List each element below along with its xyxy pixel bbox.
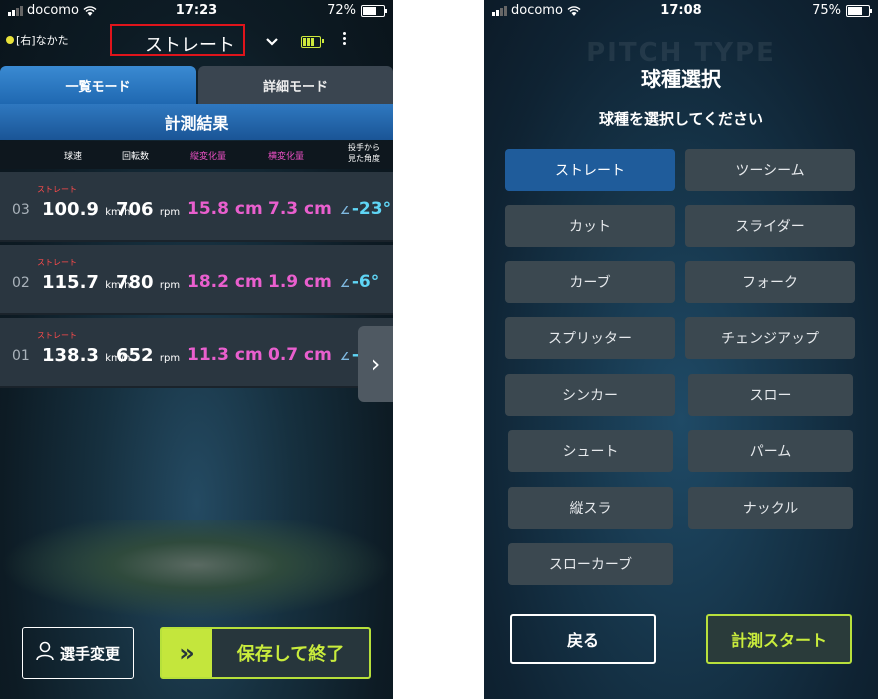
- row-speed-value: 138.3: [42, 345, 99, 366]
- player-name: [右]なかた: [16, 34, 69, 47]
- pitch-option-fork[interactable]: フォーク: [685, 261, 855, 303]
- angle-icon: ∠: [340, 204, 350, 217]
- save-and-exit-label: 保存して終了: [236, 644, 345, 665]
- row-rpm-unit: rpm: [159, 353, 181, 364]
- row-pitch-type: ストレート: [37, 258, 77, 267]
- status-bar: docomo 17:23 72%: [0, 0, 393, 22]
- angle-icon: ∠: [340, 277, 350, 290]
- device-battery-icon: [301, 36, 324, 48]
- pitch-option-slow[interactable]: スロー: [688, 374, 853, 416]
- row-vertical: 11.3 cm: [187, 345, 263, 365]
- pitch-option-curve[interactable]: カーブ: [505, 261, 675, 303]
- col-speed: 球速: [64, 152, 83, 162]
- table-row[interactable]: ストレート 03 100.9 km/h 706 rpm 15.8 cm 7.3 …: [0, 172, 393, 242]
- status-bar: docomo 17:08 75%: [484, 0, 878, 22]
- col-angle-line1: 投手から: [348, 143, 380, 152]
- more-options-icon[interactable]: [343, 30, 346, 47]
- measurement-results-screen: docomo 17:23 72% [右]なかた ストレート 一覧モード 詳細モー…: [0, 0, 393, 699]
- row-horizontal: 0.7 cm: [268, 345, 332, 365]
- row-number: 03: [12, 202, 30, 218]
- row-rpm: 780 rpm: [116, 272, 180, 293]
- col-spin: 回転数: [122, 152, 150, 162]
- results-title: 計測結果: [0, 104, 393, 140]
- row-angle-value: -23°: [351, 199, 392, 219]
- pitch-option-cut[interactable]: カット: [505, 205, 675, 247]
- page-subtitle: 球種を選択してください: [598, 110, 764, 128]
- row-pitch-type: ストレート: [37, 331, 77, 340]
- row-pitch-type: ストレート: [37, 185, 77, 194]
- battery-percent: 75%: [812, 3, 841, 18]
- row-rpm: 652 rpm: [116, 345, 180, 366]
- row-number: 01: [12, 348, 30, 364]
- battery-group: 75%: [812, 3, 872, 18]
- player-dot-icon: [6, 36, 14, 44]
- pitch-type-selector[interactable]: ストレート: [110, 24, 245, 56]
- person-icon: [36, 641, 54, 665]
- battery-icon: [361, 4, 387, 17]
- pitch-option-vertical-slider[interactable]: 縦スラ: [508, 487, 673, 529]
- col-angle-line2: 見た角度: [348, 154, 380, 163]
- row-horizontal: 7.3 cm: [268, 199, 332, 219]
- pitch-option-slider[interactable]: スライダー: [685, 205, 855, 247]
- row-horizontal: 1.9 cm: [268, 272, 332, 292]
- player-indicator[interactable]: [右]なかた: [6, 32, 69, 48]
- table-row[interactable]: ストレート 01 138.3 km/h 652 rpm 11.3 cm 0.7 …: [0, 318, 393, 388]
- row-angle: ∠ -6°: [340, 272, 379, 292]
- row-speed-value: 115.7: [42, 272, 99, 293]
- pitch-option-knuckle[interactable]: ナックル: [688, 487, 853, 529]
- next-page-button[interactable]: ›: [358, 326, 393, 402]
- back-button[interactable]: 戻る: [510, 614, 656, 664]
- baseball-field-image: [0, 520, 393, 620]
- pitch-option-slow-curve[interactable]: スローカーブ: [508, 543, 673, 585]
- change-player-label: 選手変更: [59, 644, 120, 663]
- app-header: [右]なかた ストレート: [0, 24, 393, 60]
- row-angle: ∠ -23°: [340, 199, 391, 219]
- pitch-option-straight[interactable]: ストレート: [505, 149, 675, 191]
- change-player-button[interactable]: 選手変更: [22, 627, 134, 679]
- save-and-exit-button[interactable]: » 保存して終了: [160, 627, 371, 679]
- chevron-right-icon: ›: [370, 350, 381, 378]
- pitch-option-palm[interactable]: パーム: [688, 430, 853, 472]
- row-rpm-value: 706: [116, 199, 154, 220]
- page-title: 球種選択: [641, 67, 721, 91]
- row-vertical: 15.8 cm: [187, 199, 263, 219]
- battery-icon: [846, 4, 872, 17]
- pitch-option-sinker[interactable]: シンカー: [505, 374, 675, 416]
- row-number: 02: [12, 275, 30, 291]
- row-rpm-value: 780: [116, 272, 154, 293]
- pitch-type-selection-screen: docomo 17:08 75% PITCH TYPE 球種選択 球種を選択して…: [484, 0, 878, 699]
- chevron-down-icon[interactable]: [265, 32, 279, 51]
- column-headers: 球速 回転数 縦変化量 横変化量 投手から 見た角度: [0, 141, 393, 169]
- pitch-option-splitter[interactable]: スプリッター: [505, 317, 675, 359]
- pitch-option-two-seam[interactable]: ツーシーム: [685, 149, 855, 191]
- row-vertical: 18.2 cm: [187, 272, 263, 292]
- pitch-option-shoot[interactable]: シュート: [508, 430, 673, 472]
- table-row[interactable]: ストレート 02 115.7 km/h 780 rpm 18.2 cm 1.9 …: [0, 245, 393, 315]
- start-measurement-button[interactable]: 計測スタート: [706, 614, 852, 664]
- col-horizontal: 横変化量: [268, 152, 305, 162]
- battery-percent: 72%: [327, 3, 356, 18]
- pitch-option-changeup[interactable]: チェンジアップ: [685, 317, 855, 359]
- row-rpm: 706 rpm: [116, 199, 180, 220]
- tab-detail-mode[interactable]: 詳細モード: [198, 66, 393, 104]
- tab-list-mode[interactable]: 一覧モード: [0, 66, 196, 104]
- row-rpm-unit: rpm: [159, 207, 181, 218]
- row-speed-value: 100.9: [42, 199, 99, 220]
- row-rpm-unit: rpm: [159, 280, 181, 291]
- double-chevron-right-icon: »: [162, 629, 212, 677]
- battery-group: 72%: [327, 3, 387, 18]
- row-angle-value: -6°: [351, 272, 380, 292]
- row-rpm-value: 652: [116, 345, 154, 366]
- mode-tabs: 一覧モード 詳細モード: [0, 66, 393, 104]
- angle-icon: ∠: [340, 350, 350, 363]
- col-vertical: 縦変化量: [190, 152, 227, 162]
